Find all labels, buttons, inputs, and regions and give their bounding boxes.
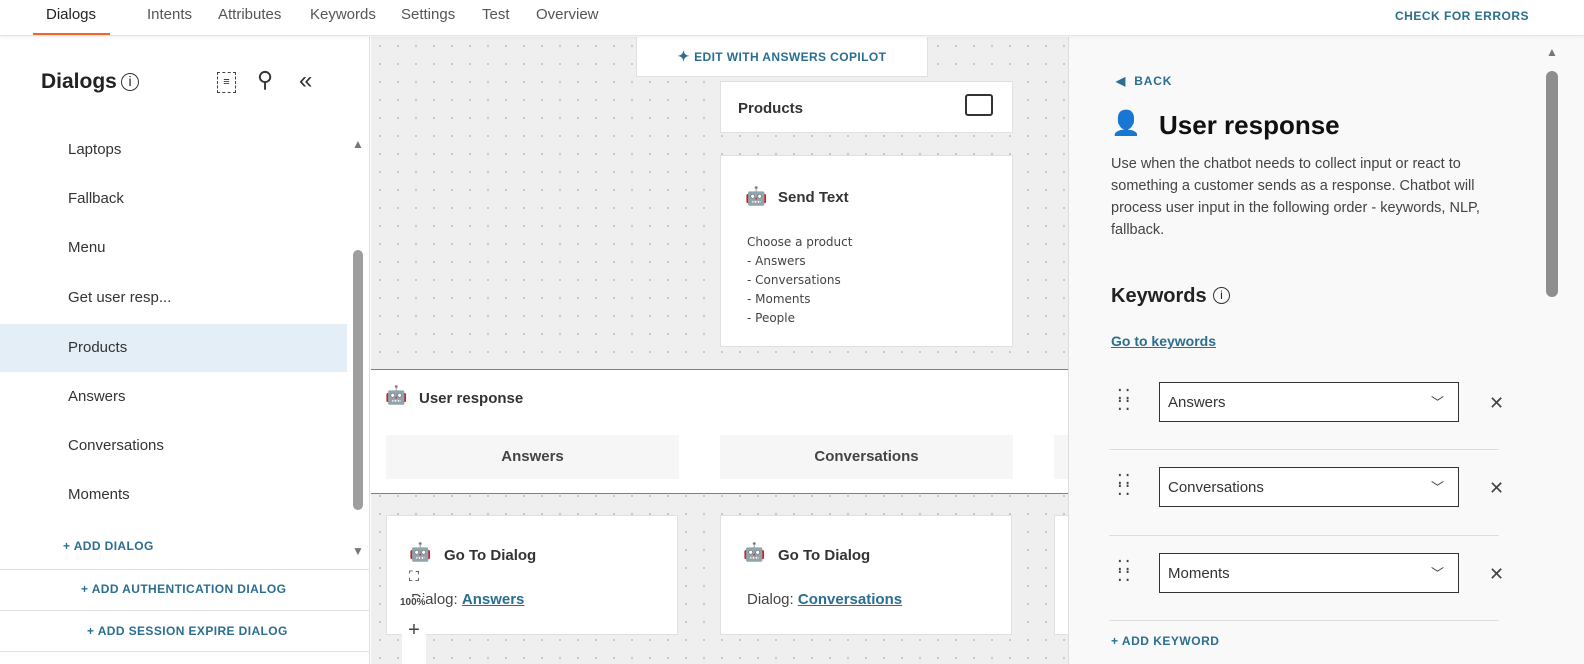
- drag-handle-icon[interactable]: ⁚⁚ ⁚⁚: [1117, 387, 1132, 413]
- send-text-node[interactable]: 🤖 Send Text Choose a product - Answers - C…: [720, 155, 1013, 347]
- active-tab-indicator: [33, 33, 110, 35]
- divider: [0, 610, 370, 611]
- chevron-down-icon: ﹀: [1430, 480, 1444, 495]
- search-icon[interactable]: ⚲: [257, 67, 273, 93]
- divider: [0, 569, 370, 570]
- info-icon[interactable]: i: [1213, 287, 1230, 304]
- panel-scrollbar[interactable]: [1546, 71, 1558, 297]
- dialog-item[interactable]: Moments: [0, 471, 347, 519]
- tab-dialogs[interactable]: Dialogs: [46, 6, 96, 23]
- back-button[interactable]: ◀ BACK: [1116, 74, 1172, 88]
- chat-icon: [965, 94, 993, 116]
- divider: [1109, 620, 1499, 621]
- remove-keyword-icon[interactable]: ✕: [1489, 478, 1504, 499]
- zoom-level: 100%: [400, 597, 426, 608]
- keyword-select[interactable]: Answers ﹀: [1159, 382, 1459, 422]
- dialog-item[interactable]: Fallback: [0, 175, 347, 223]
- keywords-heading: Keywords: [1111, 285, 1207, 307]
- bot-icon: 🤖: [409, 542, 432, 562]
- add-authentication-dialog-button[interactable]: + ADD AUTHENTICATION DIALOG: [81, 582, 286, 596]
- user-response-icon: 👤: [1111, 110, 1141, 137]
- node-title: Go To Dialog: [444, 547, 537, 564]
- divider: [1109, 535, 1499, 536]
- scroll-up-icon[interactable]: ▲: [1546, 45, 1558, 59]
- bot-icon: 🤖: [743, 542, 766, 562]
- tab-test[interactable]: Test: [482, 6, 510, 23]
- properties-panel: ◀ BACK 👤 User response Use when the chat…: [1068, 37, 1584, 664]
- dialog-item[interactable]: Laptops: [0, 126, 347, 174]
- bot-icon: 🤖: [385, 385, 408, 405]
- message-text: Choose a product - Answers - Conversations…: [747, 235, 853, 325]
- collapse-icon[interactable]: «: [299, 67, 312, 95]
- dialog-item[interactable]: Answers: [0, 373, 347, 421]
- tab-attributes[interactable]: Attributes: [218, 6, 281, 23]
- chevron-down-icon: ﹀: [1430, 395, 1444, 410]
- list-view-icon[interactable]: ≡: [217, 72, 236, 93]
- drag-handle-icon[interactable]: ⁚⁚ ⁚⁚: [1117, 558, 1132, 584]
- dialog-item[interactable]: Conversations: [0, 422, 347, 470]
- keyword-select[interactable]: Moments ﹀: [1159, 553, 1459, 593]
- scroll-up-icon[interactable]: ▲: [352, 137, 364, 151]
- remove-keyword-icon[interactable]: ✕: [1489, 393, 1504, 414]
- tab-settings[interactable]: Settings: [401, 6, 455, 23]
- add-session-expire-dialog-button[interactable]: + ADD SESSION EXPIRE DIALOG: [87, 624, 288, 638]
- bot-icon: 🤖: [745, 186, 768, 206]
- response-option[interactable]: Conversations: [720, 435, 1013, 479]
- info-icon[interactable]: i: [121, 73, 139, 91]
- user-response-node[interactable]: 🤖 User response Answers Conversations: [371, 369, 1074, 494]
- go-to-keywords-link[interactable]: Go to keywords: [1111, 333, 1216, 349]
- flow-canvas[interactable]: ✦ EDIT WITH ANSWERS COPILOT Products 🤖 S…: [371, 37, 1074, 664]
- dialog-item-selected[interactable]: Products: [0, 324, 347, 372]
- scroll-down-icon[interactable]: ▼: [352, 544, 364, 558]
- node-title: User response: [419, 390, 524, 407]
- sidebar-scrollbar[interactable]: [353, 250, 363, 510]
- sidebar-title: Dialogs: [41, 70, 117, 93]
- check-errors-button[interactable]: CHECK FOR ERRORS: [1395, 9, 1529, 23]
- goto-target: Dialog: Answers: [411, 591, 525, 608]
- node-title: Go To Dialog: [778, 547, 871, 564]
- tab-intents[interactable]: Intents: [147, 6, 192, 23]
- dialogs-sidebar: Dialogs i ≡ ⚲ « ▲ ▼ Laptops Fallback Men…: [0, 37, 370, 664]
- goto-dialog-node[interactable]: 🤖 Go To Dialog Dialog: Answers: [386, 515, 678, 635]
- zoom-in-button[interactable]: +: [402, 619, 426, 664]
- chevron-down-icon: ﹀: [1430, 566, 1444, 581]
- tab-keywords[interactable]: Keywords: [310, 6, 376, 23]
- drag-handle-icon[interactable]: ⁚⁚ ⁚⁚: [1117, 472, 1132, 498]
- top-nav: Dialogs Intents Attributes Keywords Sett…: [0, 0, 1584, 36]
- divider: [1109, 449, 1499, 450]
- fit-view-icon[interactable]: ⛶: [402, 562, 426, 592]
- divider: [0, 651, 370, 652]
- goto-dialog-node[interactable]: 🤖 Go To Dialog Dialog: Conversations: [720, 515, 1012, 635]
- dialog-item[interactable]: Menu: [0, 224, 347, 272]
- copilot-label: EDIT WITH ANSWERS COPILOT: [694, 50, 887, 64]
- goto-link[interactable]: Conversations: [798, 591, 902, 608]
- dialog-item[interactable]: Get user resp...: [0, 274, 347, 322]
- edit-with-copilot-button[interactable]: ✦ EDIT WITH ANSWERS COPILOT: [636, 37, 928, 77]
- tab-overview[interactable]: Overview: [536, 6, 599, 23]
- node-title: Products: [738, 100, 804, 117]
- node-title: Send Text: [778, 189, 849, 206]
- panel-title: User response: [1159, 110, 1340, 140]
- keyword-select[interactable]: Conversations ﹀: [1159, 467, 1459, 507]
- sparkle-icon: ✦: [677, 48, 695, 64]
- products-node[interactable]: Products: [720, 81, 1013, 133]
- add-keyword-button[interactable]: + ADD KEYWORD: [1111, 634, 1219, 648]
- add-dialog-button[interactable]: + ADD DIALOG: [63, 539, 154, 553]
- remove-keyword-icon[interactable]: ✕: [1489, 564, 1504, 585]
- goto-target: Dialog: Conversations: [747, 591, 903, 608]
- panel-description: Use when the chatbot needs to collect in…: [1111, 156, 1480, 238]
- goto-link[interactable]: Answers: [462, 591, 525, 608]
- response-option[interactable]: Answers: [386, 435, 679, 479]
